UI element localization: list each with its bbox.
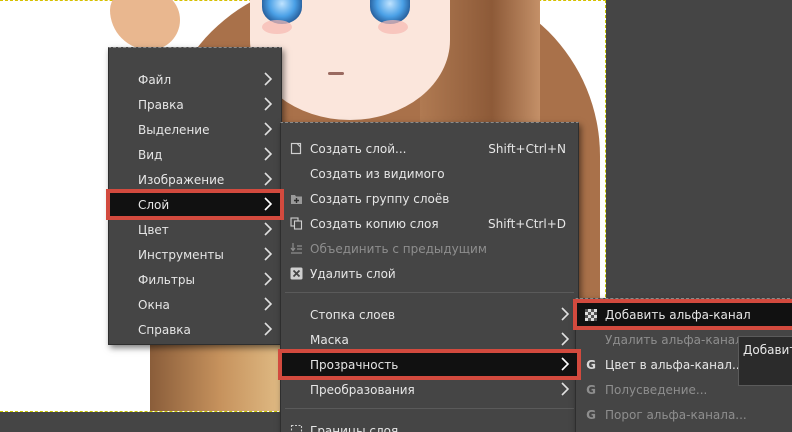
boundary-icon	[289, 424, 303, 432]
tooltip-text: Добавить	[743, 343, 792, 357]
menu-item-file[interactable]: Файл	[109, 67, 281, 92]
menu-item-image[interactable]: Изображение	[109, 167, 281, 192]
chevron-right-icon	[560, 307, 570, 321]
gegl-icon: G	[586, 382, 596, 397]
chevron-right-icon	[263, 272, 273, 286]
illustration-blush-right	[378, 20, 408, 34]
menu-separator	[285, 292, 574, 293]
menu-item-label: Объединить с предыдущим	[310, 241, 487, 256]
menu-item-transparency[interactable]: Прозрачность	[278, 349, 581, 380]
menu-item-windows[interactable]: Окна	[109, 292, 281, 317]
delete-icon	[289, 267, 303, 281]
chevron-right-icon	[263, 297, 273, 311]
menu-item-layer[interactable]: Слой	[106, 189, 284, 220]
menu-item-colors[interactable]: Цвет	[109, 217, 281, 242]
menu-item-label: Файл	[138, 72, 172, 87]
menu-separator	[285, 408, 574, 409]
merge-down-icon	[289, 242, 303, 256]
menu-item-label: Преобразования	[310, 382, 415, 397]
menu-item-label: Создать из видимого	[310, 166, 445, 181]
menu-item-label: Фильтры	[138, 272, 195, 287]
checkerboard-icon	[584, 308, 598, 322]
menu-item-threshold-alpha[interactable]: G Порог альфа-канала...	[576, 402, 792, 427]
chevron-right-icon	[263, 247, 273, 261]
gegl-icon: G	[586, 357, 596, 372]
new-layer-icon	[289, 142, 303, 156]
menu-item-label: Добавить альфа-канал	[605, 307, 751, 322]
chevron-right-icon	[263, 222, 273, 236]
menu-item-label: Цвет	[138, 222, 169, 237]
chevron-right-icon	[263, 97, 273, 111]
chevron-right-icon	[560, 332, 570, 346]
menu-item-label: Вид	[138, 147, 163, 162]
chevron-right-icon	[263, 122, 273, 136]
menu-item-help[interactable]: Справка	[109, 317, 281, 342]
menu-item-label: Маска	[310, 332, 349, 347]
menu-item-label: Порог альфа-канала...	[605, 407, 747, 422]
menu-item-label: Справка	[138, 322, 191, 337]
menu-item-label: Границы слоя	[310, 423, 399, 432]
menu-item-select[interactable]: Выделение	[109, 117, 281, 142]
main-context-menu: Файл Правка Выделение Вид Изображение Сл…	[106, 47, 284, 345]
chevron-right-icon	[263, 197, 273, 211]
menu-item-stack[interactable]: Стопка слоев	[281, 302, 578, 327]
menu-item-label: Прозрачность	[310, 357, 399, 372]
menu-item-add-alpha[interactable]: Добавить альфа-канал	[573, 299, 792, 330]
menu-item-label: Создать слой...	[310, 141, 407, 156]
menu-item-edit[interactable]: Правка	[109, 92, 281, 117]
chevron-right-icon	[263, 72, 273, 86]
shortcut-label: Shift+Ctrl+N	[488, 141, 566, 156]
shortcut-label: Shift+Ctrl+D	[488, 216, 566, 231]
menu-item-label: Правка	[138, 97, 184, 112]
menu-item-delete-layer[interactable]: Удалить слой	[281, 261, 578, 286]
menu-item-label: Создать копию слоя	[310, 216, 439, 231]
tooltip: Добавить	[738, 336, 792, 386]
menu-item-label: Полусведение...	[605, 382, 708, 397]
menu-item-label: Изображение	[138, 172, 225, 187]
duplicate-icon	[289, 217, 303, 231]
menu-item-tools[interactable]: Инструменты	[109, 242, 281, 267]
menu-item-filters[interactable]: Фильтры	[109, 267, 281, 292]
menu-item-label: Создать группу слоёв	[310, 191, 450, 206]
menu-item-create-layer[interactable]: Создать слой... Shift+Ctrl+N	[281, 136, 578, 161]
menu-item-view[interactable]: Вид	[109, 142, 281, 167]
menu-item-label: Цвет в альфа-канал...	[605, 357, 744, 372]
menu-item-label: Окна	[138, 297, 170, 312]
menu-item-label: Удалить слой	[310, 266, 396, 281]
menu-item-label: Удалить альфа-канал	[605, 332, 743, 347]
layer-submenu: Создать слой... Shift+Ctrl+N Создать из …	[278, 122, 581, 432]
chevron-right-icon	[560, 382, 570, 396]
menu-item-new-layer-group[interactable]: Создать группу слоёв	[281, 186, 578, 211]
menu-item-transform[interactable]: Преобразования	[281, 377, 578, 402]
menu-item-label: Стопка слоев	[310, 307, 396, 322]
chevron-right-icon	[560, 357, 570, 371]
menu-item-duplicate-layer[interactable]: Создать копию слоя Shift+Ctrl+D	[281, 211, 578, 236]
folder-add-icon	[289, 192, 303, 206]
menu-item-label: Слой	[138, 197, 170, 212]
gegl-icon: G	[586, 407, 596, 422]
menu-item-label: Выделение	[138, 122, 210, 137]
menu-item-mask[interactable]: Маска	[281, 327, 578, 352]
chevron-right-icon	[263, 322, 273, 336]
menu-item-new-from-visible[interactable]: Создать из видимого	[281, 161, 578, 186]
menu-item-merge-down[interactable]: Объединить с предыдущим	[281, 236, 578, 261]
chevron-right-icon	[263, 172, 273, 186]
illustration-blush-left	[262, 20, 292, 34]
menu-item-label: Инструменты	[138, 247, 224, 262]
illustration-mouth	[328, 72, 344, 75]
chevron-right-icon	[263, 147, 273, 161]
menu-item-layer-boundary[interactable]: Границы слоя	[281, 418, 578, 432]
illustration-hand	[110, 0, 180, 50]
